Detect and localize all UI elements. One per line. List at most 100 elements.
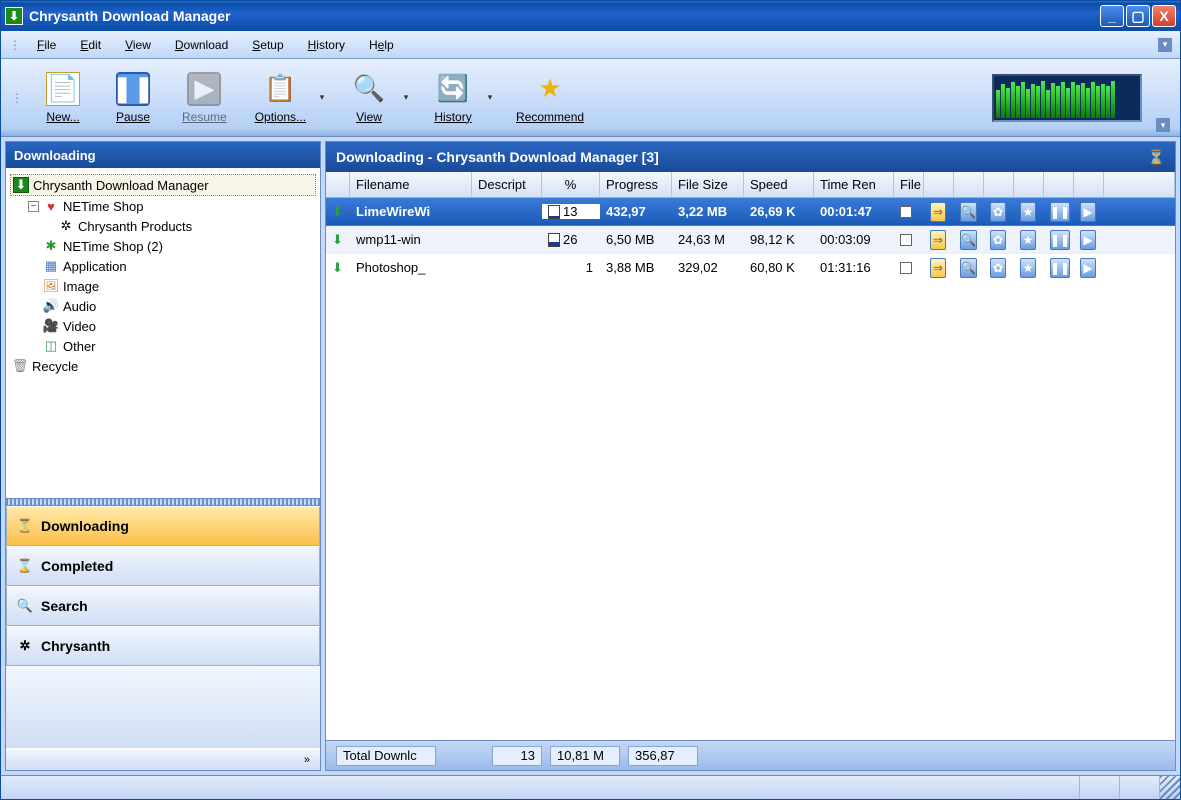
cell-percent: 1 (542, 260, 600, 275)
nav-downloading[interactable]: ⏳Downloading (6, 506, 320, 546)
col-progress[interactable]: Progress (600, 172, 672, 197)
menu-view[interactable]: View (113, 35, 163, 55)
col-extra5[interactable] (1044, 172, 1074, 197)
row-play-button[interactable]: ▶ (1080, 202, 1096, 222)
view-button[interactable]: 🔍 View (339, 67, 399, 129)
titlebar[interactable]: ⬇ Chrysanth Download Manager _ ▢ X (1, 1, 1180, 31)
col-extra2[interactable] (954, 172, 984, 197)
menubar-overflow-icon[interactable]: ▾ (1158, 38, 1172, 52)
nav-expand[interactable]: » (6, 748, 320, 770)
footer-label: Total Downlc (336, 746, 436, 766)
menu-edit[interactable]: Edit (68, 35, 113, 55)
row-star-button[interactable]: ★ (1020, 230, 1036, 250)
view-label: View (356, 110, 382, 124)
col-extra6[interactable] (1074, 172, 1104, 197)
sidebar: Downloading ⬇Chrysanth Download Manager … (5, 141, 321, 771)
tree-image[interactable]: 🖼Image (10, 276, 316, 296)
row-play-button[interactable]: ▶ (1080, 230, 1096, 250)
minimize-button[interactable]: _ (1100, 5, 1124, 27)
menu-download[interactable]: Download (163, 35, 240, 55)
row-search-button[interactable]: 🔍 (960, 230, 977, 250)
row-settings-button[interactable]: ✿ (990, 202, 1006, 222)
col-extra4[interactable] (1014, 172, 1044, 197)
row-info-button[interactable]: ⇒ (930, 230, 946, 250)
nav-completed[interactable]: ⌛Completed (6, 546, 320, 586)
row-settings-button[interactable]: ✿ (990, 258, 1006, 278)
tree-netime2[interactable]: ✱NETime Shop (2) (10, 236, 316, 256)
sidebar-nav: ⏳Downloading ⌛Completed 🔍Search ✲Chrysan… (6, 506, 320, 770)
row-search-button[interactable]: 🔍 (960, 202, 977, 222)
view-dropdown[interactable]: ▾ (399, 68, 413, 128)
col-extra3[interactable] (984, 172, 1014, 197)
heart-icon: ♥ (43, 198, 59, 214)
resize-grip[interactable] (1160, 776, 1180, 799)
row-play-button[interactable]: ▶ (1080, 258, 1096, 278)
col-extra7[interactable] (1104, 172, 1175, 197)
checkbox[interactable] (900, 262, 912, 274)
pinwheel-icon: ✲ (17, 638, 33, 654)
row-star-button[interactable]: ★ (1020, 258, 1036, 278)
tree-netime[interactable]: −♥NETime Shop (10, 196, 316, 216)
row-settings-button[interactable]: ✿ (990, 230, 1006, 250)
nav-search[interactable]: 🔍Search (6, 586, 320, 626)
resume-button[interactable]: ▶ Resume (173, 67, 236, 129)
nav-chrysanth[interactable]: ✲Chrysanth (6, 626, 320, 666)
col-filename[interactable]: Filename (350, 172, 472, 197)
tree-video[interactable]: 🎥Video (10, 316, 316, 336)
toolbar-overflow-icon[interactable]: ▾ (1156, 118, 1170, 132)
options-dropdown[interactable]: ▾ (315, 68, 329, 128)
new-button[interactable]: 📄 New... (33, 67, 93, 129)
tree-audio[interactable]: 🔊Audio (10, 296, 316, 316)
history-button[interactable]: 🔄 History (423, 67, 483, 129)
row-star-button[interactable]: ★ (1020, 202, 1036, 222)
menu-setup[interactable]: Setup (240, 35, 295, 55)
sidebar-splitter[interactable] (6, 498, 320, 506)
options-button[interactable]: 📋 Options... (246, 67, 315, 129)
pause-button[interactable]: ❚❚ Pause (103, 67, 163, 129)
col-extra1[interactable] (924, 172, 954, 197)
row-info-button[interactable]: ⇒ (930, 258, 946, 278)
maximize-button[interactable]: ▢ (1126, 5, 1150, 27)
recommend-button[interactable]: ★ Recommend (507, 67, 593, 129)
tree-products[interactable]: ✲Chrysanth Products (10, 216, 316, 236)
col-filesize[interactable]: File Size (672, 172, 744, 197)
toolbar-grip-icon[interactable]: ⋮ (11, 91, 23, 105)
history-dropdown[interactable]: ▾ (483, 68, 497, 128)
cell-percent: 13 (542, 204, 600, 219)
cell-filesize: 329,02 (672, 260, 744, 275)
collapse-icon[interactable]: − (28, 201, 39, 212)
row-search-button[interactable]: 🔍 (960, 258, 977, 278)
menu-history[interactable]: History (296, 35, 357, 55)
col-file[interactable]: File (894, 172, 924, 197)
row-pause-button[interactable]: ❚❚ (1050, 202, 1070, 222)
app-body: Downloading ⬇Chrysanth Download Manager … (1, 137, 1180, 775)
row-info-button[interactable]: ⇒ (930, 202, 946, 222)
view-icon: 🔍 (352, 72, 386, 106)
checkbox[interactable] (900, 206, 912, 218)
menubar-grip-icon[interactable]: ⋮ (9, 38, 21, 52)
new-label: New... (46, 110, 79, 124)
table-row[interactable]: ⬇ wmp11-win 26 6,50 MB 24,63 M 98,12 K 0… (326, 226, 1175, 254)
row-pause-button[interactable]: ❚❚ (1050, 230, 1070, 250)
col-description[interactable]: Descript (472, 172, 542, 197)
tree-application[interactable]: ▦Application (10, 256, 316, 276)
col-icon[interactable] (326, 172, 350, 197)
col-speed[interactable]: Speed (744, 172, 814, 197)
menu-file[interactable]: File (25, 35, 68, 55)
tree-root[interactable]: ⬇Chrysanth Download Manager (10, 174, 316, 196)
table-row[interactable]: ⬇ Photoshop_ 1 3,88 MB 329,02 60,80 K 01… (326, 254, 1175, 282)
table-row[interactable]: ⬇ LimeWireWi 13 432,97 3,22 MB 26,69 K 0… (326, 198, 1175, 226)
cell-progress: 3,88 MB (600, 260, 672, 275)
tree-recycle[interactable]: 🗑Recycle (10, 356, 316, 376)
row-pause-button[interactable]: ❚❚ (1050, 258, 1070, 278)
cell-filesize: 24,63 M (672, 232, 744, 247)
col-timerem[interactable]: Time Ren (814, 172, 894, 197)
menu-help[interactable]: Help (357, 35, 406, 55)
options-icon: 📋 (263, 72, 297, 106)
checkbox[interactable] (900, 234, 912, 246)
tree-other[interactable]: ◫Other (10, 336, 316, 356)
download-arrow-icon: ⬇ (332, 232, 343, 248)
close-button[interactable]: X (1152, 5, 1176, 27)
sidebar-header: Downloading (6, 142, 320, 168)
col-percent[interactable]: % (542, 172, 600, 197)
